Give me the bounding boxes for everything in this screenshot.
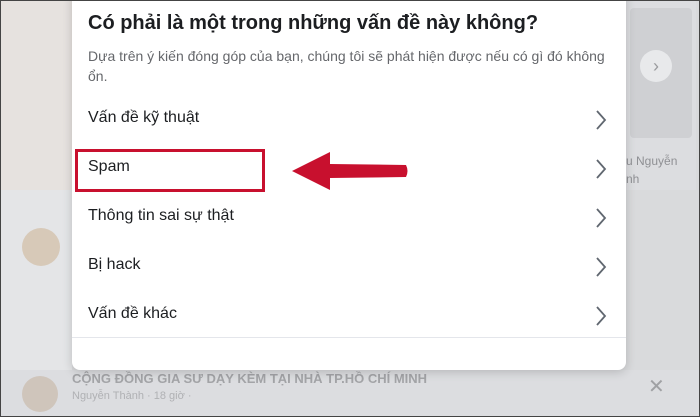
dialog-divider: [72, 337, 626, 338]
background-group-avatar: [22, 376, 58, 412]
chevron-right-icon: [596, 306, 607, 326]
option-hacked[interactable]: Bị hack: [72, 242, 626, 291]
option-label: Bị hack: [88, 256, 141, 273]
option-label: Thông tin sai sự thật: [88, 207, 234, 224]
background-feed-strip: [0, 190, 72, 370]
background-group-title: CỘNG ĐỒNG GIA SƯ DẠY KÈM TẠI NHÀ TP.HỒ C…: [72, 371, 428, 386]
dialog-description: Dựa trên ý kiến đóng góp của bạn, chúng …: [88, 48, 605, 84]
chevron-right-icon[interactable]: ›: [640, 50, 672, 82]
highlight-box: [75, 149, 265, 192]
background-avatar: [22, 228, 60, 266]
left-arrow-icon: [292, 152, 408, 190]
option-label: Vấn đề kỹ thuật: [88, 109, 200, 126]
option-label: Vấn đề khác: [88, 305, 177, 322]
background-post-meta: Nguyễn Thành · 18 giờ ·: [72, 390, 192, 402]
chevron-right-icon: [596, 257, 607, 277]
close-icon[interactable]: ✕: [648, 374, 665, 399]
background-right-name: u Nguyễn nh: [626, 154, 678, 186]
option-false-information[interactable]: Thông tin sai sự thật: [72, 193, 626, 242]
option-list: Vấn đề kỹ thuật Spam Thông tin sai sự th…: [72, 95, 626, 340]
chevron-right-icon: [596, 208, 607, 228]
dialog-title: Có phải là một trong những vấn đề này kh…: [88, 12, 539, 34]
chevron-right-icon: [596, 159, 607, 179]
option-other-issue[interactable]: Vấn đề khác: [72, 291, 626, 340]
background-post-card: [0, 0, 72, 190]
chevron-right-icon: [596, 110, 607, 130]
option-technical-issue[interactable]: Vấn đề kỹ thuật: [72, 95, 626, 144]
